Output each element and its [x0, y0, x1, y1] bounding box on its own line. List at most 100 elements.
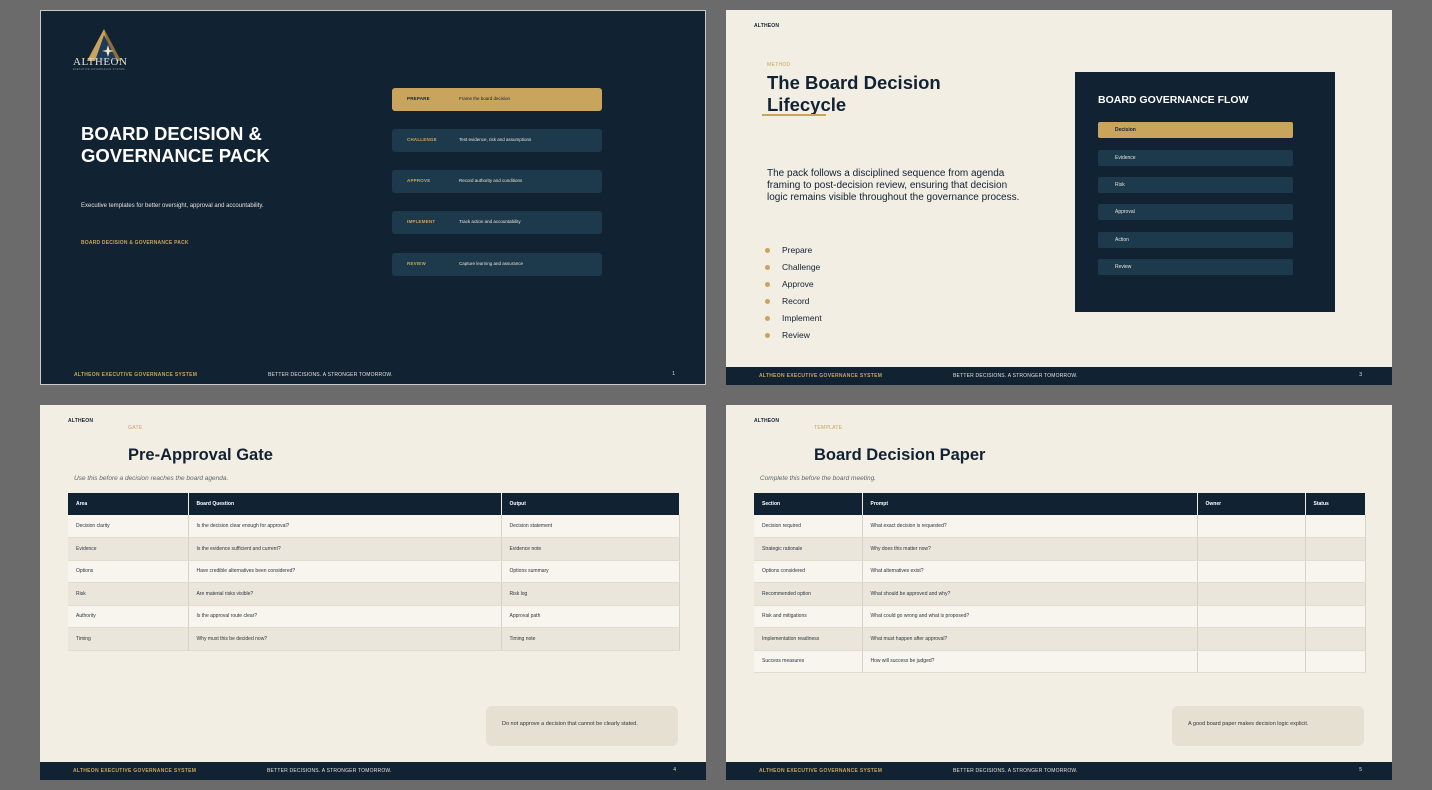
slide-title: Pre-Approval Gate: [128, 446, 273, 464]
table-cell: Recommended option: [754, 582, 863, 606]
flow-item-label: Action: [1115, 236, 1129, 243]
list-item: Challenge: [765, 262, 822, 279]
slide-4-gate[interactable]: ALTHEON GATE Pre-Approval Gate Use this …: [40, 405, 706, 780]
table-cell: Decision statement: [501, 515, 680, 538]
slide-footer: ALTHEON EXECUTIVE GOVERNANCE SYSTEM BETT…: [726, 367, 1392, 385]
logo-wordmark: ALTHEON: [73, 56, 128, 68]
status-cell[interactable]: [1305, 582, 1366, 606]
flow-item-label: Evidence: [1115, 154, 1136, 161]
footer-tagline: BETTER DECISIONS. A STRONGER TOMORROW.: [953, 768, 1078, 774]
table-row: Options considered What alternatives exi…: [754, 560, 1366, 583]
table-cell: Risk and mitigations: [754, 605, 863, 628]
callout-text: Do not approve a decision that cannot be…: [502, 721, 638, 727]
flow-item-evidence[interactable]: Evidence: [1098, 150, 1293, 166]
cover-pack-label: BOARD DECISION & GOVERNANCE PACK: [81, 240, 189, 246]
table-row: Decision required What exact decision is…: [754, 515, 1366, 538]
owner-cell[interactable]: [1197, 560, 1306, 583]
table-cell: Options: [68, 560, 189, 583]
step-desc: Capture learning and assurance: [459, 261, 524, 266]
decision-paper-table: Section Prompt Owner Status Decision req…: [754, 493, 1366, 673]
column-header: Owner: [1197, 493, 1306, 515]
status-cell[interactable]: [1305, 605, 1366, 628]
step-label: CHALLENGE: [407, 137, 437, 142]
logo-subtext: EXECUTIVE GOVERNANCE SYSTEM: [73, 68, 125, 71]
step-label: PREPARE: [407, 96, 430, 101]
lifecycle-bullets: Prepare Challenge Approve Record Impleme…: [765, 245, 822, 347]
table-cell: Decision required: [754, 515, 863, 538]
step-label: IMPLEMENT: [407, 219, 436, 224]
status-cell[interactable]: [1305, 537, 1366, 561]
table-row: Strategic rationale Why does this matter…: [754, 537, 1366, 561]
section-kicker: METHOD: [767, 62, 791, 68]
callout-note: Do not approve a decision that cannot be…: [486, 706, 678, 746]
callout-note: A good board paper makes decision logic …: [1172, 706, 1364, 746]
flow-item-risk[interactable]: Risk: [1098, 177, 1293, 193]
owner-cell[interactable]: [1197, 605, 1306, 628]
section-kicker: TEMPLATE: [814, 425, 843, 431]
footer-brand: ALTHEON EXECUTIVE GOVERNANCE SYSTEM: [74, 372, 198, 378]
table-cell: Why does this matter now?: [862, 537, 1198, 561]
footer-tagline: BETTER DECISIONS. A STRONGER TOMORROW.: [953, 373, 1078, 379]
brand-label: ALTHEON: [68, 418, 94, 424]
step-challenge[interactable]: CHALLENGE Test evidence, risk and assump…: [392, 129, 602, 152]
table-cell: What must happen after approval?: [862, 627, 1198, 651]
slide-1-cover[interactable]: ALTHEON EXECUTIVE GOVERNANCE SYSTEM BOAR…: [40, 10, 706, 385]
owner-cell[interactable]: [1197, 627, 1306, 651]
step-prepare[interactable]: PREPARE Frame the board decision: [392, 88, 602, 111]
table-cell: What alternatives exist?: [862, 560, 1198, 583]
status-cell[interactable]: [1305, 515, 1366, 538]
table-row: Authority Is the approval route clear? A…: [68, 605, 680, 628]
table-row: Risk Are material risks visible? Risk lo…: [68, 582, 680, 606]
step-review[interactable]: REVIEW Capture learning and assurance: [392, 253, 602, 276]
footer-brand: ALTHEON EXECUTIVE GOVERNANCE SYSTEM: [759, 768, 883, 774]
owner-cell[interactable]: [1197, 515, 1306, 538]
slide-subtitle: Complete this before the board meeting.: [760, 475, 876, 482]
callout-text: A good board paper makes decision logic …: [1188, 721, 1309, 727]
footer-tagline: BETTER DECISIONS. A STRONGER TOMORROW.: [268, 372, 393, 378]
table-row: Recommended option What should be approv…: [754, 582, 1366, 606]
flow-item-review[interactable]: Review: [1098, 259, 1293, 275]
table-cell: Decision clarity: [68, 515, 189, 538]
step-approve[interactable]: APPROVE Record authority and conditions: [392, 170, 602, 193]
owner-cell[interactable]: [1197, 582, 1306, 606]
gate-table: Area Board Question Output Decision clar…: [68, 493, 680, 651]
step-desc: Track action and accountability: [459, 219, 521, 224]
status-cell[interactable]: [1305, 560, 1366, 583]
table-cell: Are material risks visible?: [188, 582, 502, 606]
flow-item-action[interactable]: Action: [1098, 232, 1293, 248]
owner-cell[interactable]: [1197, 537, 1306, 561]
slide-5-template[interactable]: ALTHEON TEMPLATE Board Decision Paper Co…: [726, 405, 1392, 780]
footer-brand: ALTHEON EXECUTIVE GOVERNANCE SYSTEM: [73, 768, 197, 774]
flow-item-label: Review: [1115, 263, 1132, 270]
slide-3-method[interactable]: ALTHEON METHOD The Board Decision Lifecy…: [726, 10, 1392, 385]
column-header: Prompt: [862, 493, 1198, 515]
table-cell: Why must this be decided now?: [188, 627, 502, 651]
column-header: Output: [501, 493, 680, 515]
step-desc: Test evidence, risk and assumptions: [459, 137, 532, 142]
slide-subtitle: Use this before a decision reaches the b…: [74, 475, 229, 482]
table-cell: Options summary: [501, 560, 680, 583]
table-row: Implementation readiness What must happe…: [754, 627, 1366, 651]
footer-tagline: BETTER DECISIONS. A STRONGER TOMORROW.: [267, 768, 392, 774]
column-header: Section: [754, 493, 863, 515]
flow-item-approval[interactable]: Approval: [1098, 204, 1293, 220]
list-item: Prepare: [765, 245, 822, 262]
status-cell[interactable]: [1305, 627, 1366, 651]
table-cell: Risk: [68, 582, 189, 606]
status-cell[interactable]: [1305, 650, 1366, 673]
footer-brand: ALTHEON EXECUTIVE GOVERNANCE SYSTEM: [759, 373, 883, 379]
step-implement[interactable]: IMPLEMENT Track action and accountabilit…: [392, 211, 602, 234]
table-cell: Timing note: [501, 627, 680, 651]
flow-item-label: Decision: [1115, 126, 1136, 133]
table-cell: Evidence: [68, 537, 189, 561]
flow-item-decision[interactable]: Decision: [1098, 122, 1293, 138]
table-cell: Implementation readiness: [754, 627, 863, 651]
flow-title: BOARD GOVERNANCE FLOW: [1098, 94, 1249, 106]
table-cell: What could go wrong and what is proposed…: [862, 605, 1198, 628]
table-row: Options Have credible alternatives been …: [68, 560, 680, 583]
slide-title: Board Decision Paper: [814, 446, 986, 464]
slide-title: The Board Decision Lifecycle: [767, 72, 941, 115]
governance-flow-panel: BOARD GOVERNANCE FLOW Decision Evidence …: [1075, 72, 1335, 312]
list-item: Review: [765, 330, 822, 347]
owner-cell[interactable]: [1197, 650, 1306, 673]
